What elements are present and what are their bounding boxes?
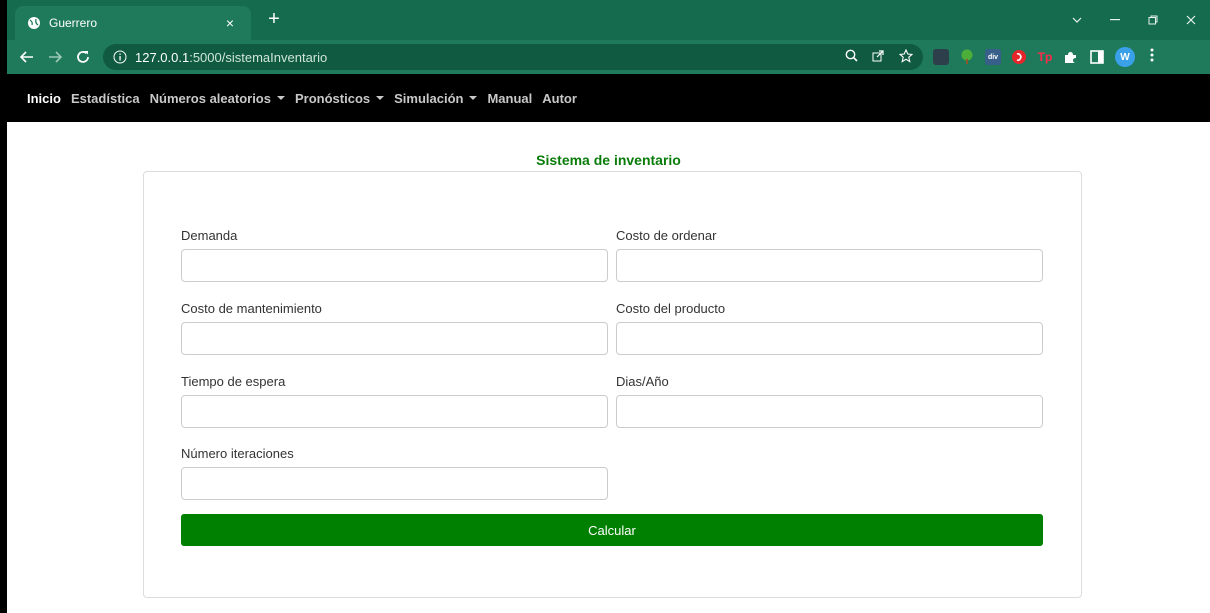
nav-label: Simulación <box>394 90 464 106</box>
costo-producto-label: Costo del producto <box>616 301 726 316</box>
puzzle-icon[interactable] <box>1063 49 1079 65</box>
caret-down-icon <box>469 96 478 100</box>
caret-down-icon <box>376 96 385 100</box>
nav-numeros-aleatorios[interactable]: Números aleatorios <box>150 91 285 106</box>
extension-red-icon[interactable] <box>1011 49 1027 65</box>
restore-icon[interactable] <box>1134 4 1172 36</box>
zoom-icon[interactable] <box>845 49 858 65</box>
site-info-icon[interactable] <box>113 50 127 64</box>
demanda-input[interactable] <box>181 249 608 282</box>
nav-label: Manual <box>487 90 533 106</box>
nav-estadistica[interactable]: Estadística <box>71 91 140 106</box>
caret-down-icon <box>276 96 285 100</box>
close-window-icon[interactable] <box>1172 4 1210 36</box>
page-title: Sistema de inventario <box>536 152 681 168</box>
nav-label: Autor <box>542 90 577 106</box>
dias-ano-input[interactable] <box>616 395 1043 428</box>
page-content: Inicio Estadística Números aleatorios Pr… <box>0 74 1210 613</box>
tiempo-espera-label: Tiempo de espera <box>181 374 286 389</box>
costo-ordenar-label: Costo de ordenar <box>616 228 717 243</box>
close-tab-icon[interactable]: × <box>221 15 239 31</box>
inventory-form-card: Demanda Costo de ordenar Costo de manten… <box>143 171 1082 598</box>
nav-label: Inicio <box>27 90 61 106</box>
demanda-label: Demanda <box>181 228 238 243</box>
reload-icon[interactable] <box>69 43 97 71</box>
new-tab-button[interactable]: + <box>263 9 285 31</box>
profile-avatar[interactable]: W <box>1115 47 1135 67</box>
nav-manual[interactable]: Manual <box>487 91 532 106</box>
extension-tp-icon[interactable]: Tp <box>1037 49 1053 65</box>
browser-tab[interactable]: Guerrero × <box>15 6 251 40</box>
nav-autor[interactable]: Autor <box>542 91 577 106</box>
nav-label: Números aleatorios <box>149 90 271 106</box>
costo-mantenimiento-input[interactable] <box>181 322 608 355</box>
nav-simulacion[interactable]: Simulación <box>394 90 478 106</box>
nav-label: Pronósticos <box>294 90 371 106</box>
dias-ano-label: Dias/Año <box>616 374 669 389</box>
browser-tab-strip: Guerrero × + <box>0 0 1210 40</box>
menu-kebab-icon[interactable] <box>1145 48 1159 67</box>
nav-label: Estadística <box>70 90 140 106</box>
num-iteraciones-label: Número iteraciones <box>181 446 294 461</box>
calcular-button[interactable]: Calcular <box>181 514 1043 546</box>
extension-tree-icon[interactable] <box>959 49 975 65</box>
bookmark-star-icon[interactable] <box>898 48 914 66</box>
site-navbar: Inicio Estadística Números aleatorios Pr… <box>7 74 1210 122</box>
nav-pronosticos[interactable]: Pronósticos <box>294 90 385 106</box>
url-host: 127.0.0.1 <box>135 49 190 65</box>
extension-dark-icon[interactable] <box>933 49 949 65</box>
window-controls <box>1058 0 1210 40</box>
tab-search-chevron-icon[interactable] <box>1058 4 1096 36</box>
nav-inicio[interactable]: Inicio <box>27 91 61 106</box>
url-text: 127.0.0.1:5000/sistemaInventario <box>135 50 327 65</box>
back-arrow-icon[interactable] <box>13 43 41 71</box>
url-path: :5000/sistemaInventario <box>189 49 328 65</box>
costo-ordenar-input[interactable] <box>616 249 1043 282</box>
tiempo-espera-input[interactable] <box>181 395 608 428</box>
side-panel-icon[interactable] <box>1089 49 1105 65</box>
extensions-area: div Tp W <box>933 47 1159 67</box>
tab-title: Guerrero <box>49 16 98 30</box>
browser-toolbar: 127.0.0.1:5000/sistemaInventario div Tp <box>0 40 1210 74</box>
costo-mantenimiento-label: Costo de mantenimiento <box>181 301 322 316</box>
costo-producto-input[interactable] <box>616 322 1043 355</box>
globe-icon <box>27 16 41 30</box>
address-bar[interactable]: 127.0.0.1:5000/sistemaInventario <box>103 44 923 70</box>
forward-arrow-icon[interactable] <box>41 43 69 71</box>
num-iteraciones-input[interactable] <box>181 467 608 500</box>
share-icon[interactable] <box>872 49 885 65</box>
extension-div-icon[interactable]: div <box>985 49 1001 65</box>
minimize-icon[interactable] <box>1096 4 1134 36</box>
